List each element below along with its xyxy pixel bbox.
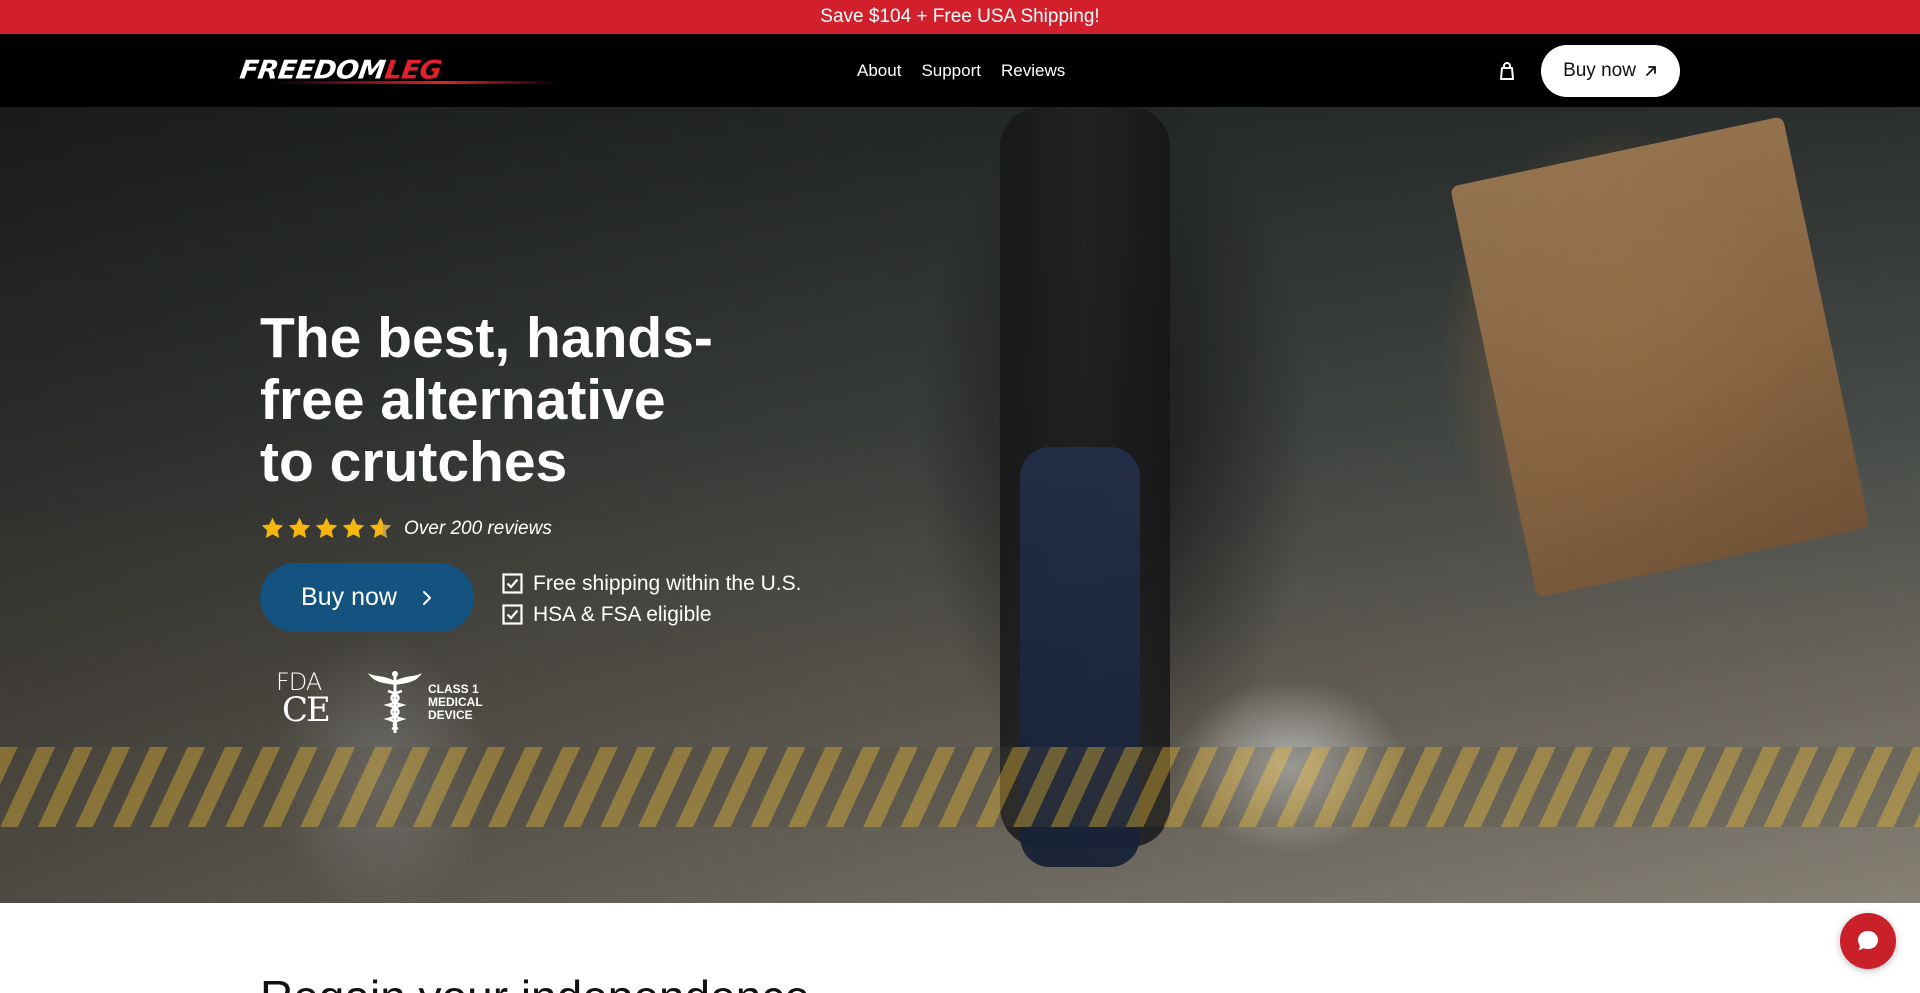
nav-buy-now-label: Buy now <box>1563 60 1636 81</box>
shopping-bag-icon[interactable] <box>1496 60 1518 82</box>
logo-swoosh <box>270 81 560 84</box>
freedom-leg-logo[interactable]: FREEDOMLEG <box>238 55 560 85</box>
nav-link-support[interactable]: Support <box>921 61 981 81</box>
nav-links: About Support Reviews <box>857 34 1065 107</box>
hero-rating[interactable]: Over 200 reviews <box>260 516 552 541</box>
star-icon <box>342 517 365 538</box>
announcement-bar: Save $104 + Free USA Shipping! <box>0 0 1920 34</box>
ce-mark: CE <box>282 690 331 730</box>
hero-photo-overlay <box>0 107 1920 903</box>
hero-section: The best, hands-free alternative to crut… <box>0 107 1920 903</box>
star-rating <box>260 516 393 541</box>
checkbox-icon <box>502 573 523 594</box>
feature-text: HSA & FSA eligible <box>533 602 712 626</box>
chevron-right-icon <box>422 590 431 605</box>
star-icon <box>261 517 284 538</box>
star-icon <box>315 517 338 538</box>
half-star-icon <box>369 517 392 538</box>
class-1-medical-device-badge: CLASS 1 MEDICAL DEVICE <box>366 669 483 735</box>
fda-ce-badge: FDA CE <box>276 670 338 733</box>
nav-link-reviews[interactable]: Reviews <box>1001 61 1065 81</box>
chat-button[interactable] <box>1840 913 1896 969</box>
announcement-text: Save $104 + Free USA Shipping! <box>820 6 1100 27</box>
reviews-count: Over 200 reviews <box>404 517 552 539</box>
certification-badges: FDA CE CLASS 1 MEDICAL DEVICE <box>276 669 483 735</box>
star-icon <box>288 517 311 538</box>
hero-title: The best, hands-free alternative to crut… <box>260 306 713 494</box>
section-heading: Regain your independence <box>260 970 810 993</box>
feature-item: HSA & FSA eligible <box>502 599 801 630</box>
feature-item: Free shipping within the U.S. <box>502 568 801 599</box>
feature-list: Free shipping within the U.S. HSA & FSA … <box>502 568 801 630</box>
nav-link-about[interactable]: About <box>857 61 901 81</box>
nav-buy-now-button[interactable]: Buy now <box>1541 45 1680 97</box>
checkbox-icon <box>502 604 523 625</box>
hero-buy-now-button[interactable]: Buy now <box>260 563 474 632</box>
top-navigation: FREEDOMLEG About Support Reviews Buy now <box>0 34 1920 107</box>
caduceus-icon <box>368 671 422 733</box>
class-1-label: CLASS 1 MEDICAL DEVICE <box>428 681 483 722</box>
feature-text: Free shipping within the U.S. <box>533 571 802 595</box>
arrow-up-right-icon <box>1646 66 1656 76</box>
chat-bubble-icon <box>1858 931 1878 951</box>
hero-buy-now-label: Buy now <box>301 583 397 611</box>
